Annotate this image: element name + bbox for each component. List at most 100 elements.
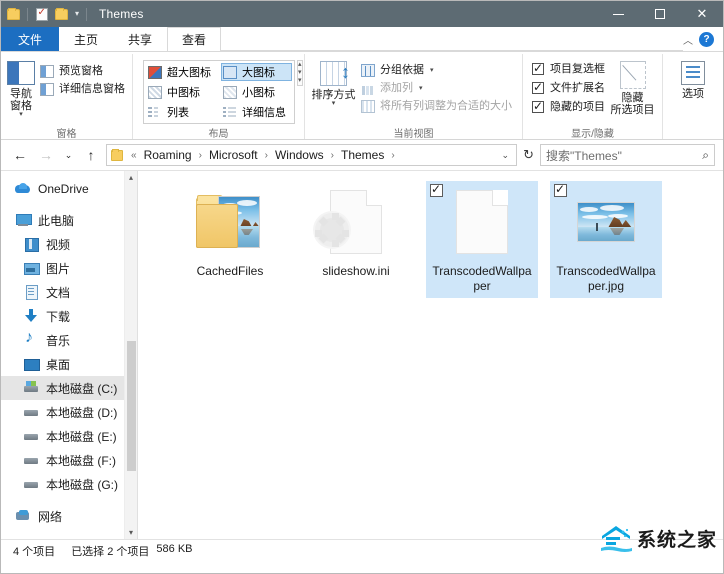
navigation-pane-button[interactable]: 导航窗格 ▾	[7, 60, 35, 118]
sidebar-item-music[interactable]: 音乐	[1, 328, 137, 352]
options-icon	[681, 61, 705, 85]
item-check-boxes-option[interactable]: 项目复选框	[532, 62, 605, 76]
qat-chevron-down-icon[interactable]: ▾	[73, 10, 81, 18]
sidebar-item-pictures[interactable]: 图片	[1, 256, 137, 280]
sidebar-item-drive-d[interactable]: 本地磁盘 (D:)	[1, 400, 137, 424]
close-button[interactable]: ✕	[681, 1, 723, 27]
transcodedwallpaper-jpg-thumbnail	[569, 185, 643, 259]
file-name-extensions-option[interactable]: 文件扩展名	[532, 81, 605, 95]
sidebar-scroll-down-icon[interactable]: ▾	[129, 526, 133, 539]
layout-small-icons[interactable]: 小图标	[221, 83, 292, 101]
layout-gallery-scrollbar[interactable]: ▴ ▾ ▾	[297, 60, 303, 86]
tab-share[interactable]: 共享	[113, 27, 167, 51]
maximize-button[interactable]	[639, 1, 681, 27]
tab-view[interactable]: 查看	[167, 27, 221, 51]
hide-selected-items-icon	[620, 61, 646, 89]
refresh-button[interactable]: ↻	[521, 147, 536, 163]
sidebar-item-this-pc[interactable]: 此电脑	[1, 208, 137, 232]
tab-file[interactable]: 文件	[1, 27, 59, 51]
search-box[interactable]: 搜索"Themes" ⌕	[540, 144, 715, 166]
breadcrumb-windows[interactable]: Windows	[273, 148, 326, 162]
sidebar-item-drive-g[interactable]: 本地磁盘 (G:)	[1, 472, 137, 496]
qat-new-folder-icon[interactable]	[53, 6, 70, 23]
sidebar-item-network[interactable]: 网络	[1, 504, 137, 528]
quick-access-toolbar: ▾	[5, 6, 89, 23]
sidebar-item-documents[interactable]: 文档	[1, 280, 137, 304]
options-button[interactable]: 选项	[669, 60, 717, 100]
preview-pane-button[interactable]: 预览窗格	[38, 64, 129, 79]
back-button[interactable]: ←	[9, 144, 31, 166]
sidebar-label-pictures: 图片	[46, 260, 70, 277]
help-icon[interactable]: ?	[699, 32, 714, 47]
recent-locations-button[interactable]: ⌄	[61, 144, 76, 166]
ribbon-group-show-hide-label: 显示/隐藏	[529, 125, 656, 139]
breadcrumb-microsoft[interactable]: Microsoft	[207, 148, 260, 162]
qat-folder-icon[interactable]	[5, 6, 22, 23]
layout-large-icons[interactable]: 大图标	[221, 63, 292, 81]
group-by-caret-icon[interactable]: ▾	[430, 64, 434, 77]
layout-list[interactable]: 列表	[146, 103, 217, 121]
layout-details[interactable]: 详细信息	[221, 103, 292, 121]
file-name-extensions-checkbox[interactable]	[532, 82, 544, 94]
file-item-transcodedwallpaper-jpg[interactable]: TranscodedWallpaper.jpg	[550, 181, 662, 298]
hidden-items-option[interactable]: 隐藏的项目	[532, 100, 605, 114]
blank-file-icon	[456, 190, 508, 254]
layout-medium-icons[interactable]: 中图标	[146, 83, 217, 101]
qat-separator-2	[86, 8, 87, 21]
navigation-pane-caret-icon[interactable]: ▾	[19, 112, 23, 118]
file-list[interactable]: CachedFiles	[138, 171, 723, 539]
tab-home[interactable]: 主页	[59, 27, 113, 51]
up-button[interactable]: ↑	[80, 144, 102, 166]
sidebar-scroll-up-icon[interactable]: ▴	[129, 171, 133, 184]
sidebar-item-videos[interactable]: 视频	[1, 232, 137, 256]
file-explorer-window: ▾ Themes ✕ 文件 主页 共享 查看 ︿ ? 导航窗格 ▾	[0, 0, 724, 574]
group-by-button[interactable]: 分组依据 ▾	[359, 63, 516, 78]
sidebar-item-drive-f[interactable]: 本地磁盘 (F:)	[1, 448, 137, 472]
sidebar-scroll-thumb[interactable]	[127, 341, 136, 471]
sort-by-caret-icon[interactable]: ▾	[332, 101, 336, 107]
search-placeholder: 搜索"Themes"	[546, 147, 702, 164]
forward-button[interactable]: →	[35, 144, 57, 166]
minimize-button[interactable]	[597, 1, 639, 27]
file-item-slideshow-ini[interactable]: slideshow.ini	[300, 181, 412, 298]
file-item-transcodedwallpaper[interactable]: TranscodedWallpaper	[426, 181, 538, 298]
size-all-columns-button[interactable]: 将所有列调整为合适的大小	[359, 99, 516, 114]
breadcrumb-roaming[interactable]: Roaming	[142, 148, 194, 162]
preview-pane-label: 预览窗格	[59, 65, 103, 78]
collapse-ribbon-icon[interactable]: ︿	[683, 32, 693, 47]
breadcrumb-themes[interactable]: Themes	[339, 148, 386, 162]
breadcrumb-sep-1[interactable]: ›	[196, 150, 205, 161]
breadcrumb-sep-3[interactable]: ›	[328, 150, 337, 161]
sidebar-item-drive-c[interactable]: 本地磁盘 (C:)	[1, 376, 137, 400]
layout-scroll-up-icon[interactable]: ▴	[298, 61, 302, 69]
slideshow-ini-thumbnail	[319, 185, 393, 259]
hide-selected-items-button[interactable]: 隐藏 所选项目	[609, 60, 656, 116]
address-field[interactable]: « Roaming › Microsoft › Windows › Themes…	[106, 144, 517, 166]
search-icon[interactable]: ⌕	[702, 148, 709, 163]
small-icons-icon	[223, 86, 237, 99]
sidebar-item-onedrive[interactable]: OneDrive	[1, 177, 137, 201]
address-dropdown-icon[interactable]: ⌄	[497, 150, 515, 161]
file-item-cachedfiles[interactable]: CachedFiles	[174, 181, 286, 298]
hidden-items-checkbox[interactable]	[532, 101, 544, 113]
size-all-columns-label: 将所有列调整为合适的大小	[380, 100, 512, 113]
medium-icons-icon	[148, 86, 162, 99]
desktop-icon	[23, 356, 39, 372]
breadcrumb-sep-4[interactable]: ›	[388, 150, 397, 161]
layout-extra-large-icons[interactable]: 超大图标	[146, 63, 217, 81]
sidebar-item-downloads[interactable]: 下载	[1, 304, 137, 328]
sort-by-button[interactable]: 排序方式 ▾	[311, 60, 356, 107]
details-pane-button[interactable]: 详细信息窗格	[38, 82, 129, 97]
add-columns-caret-icon[interactable]: ▾	[419, 82, 423, 95]
sidebar-scrollbar[interactable]: ▴ ▾	[124, 171, 137, 539]
file-checkbox-transcodedwallpaper[interactable]	[430, 184, 443, 197]
sidebar-item-desktop[interactable]: 桌面	[1, 352, 137, 376]
layout-scroll-down-icon[interactable]: ▾	[298, 69, 302, 77]
add-columns-button[interactable]: 添加列 ▾	[359, 81, 516, 96]
file-checkbox-transcodedwallpaper-jpg[interactable]	[554, 184, 567, 197]
item-check-boxes-checkbox[interactable]	[532, 63, 544, 75]
breadcrumb-sep-2[interactable]: ›	[262, 150, 271, 161]
layout-scroll-more-icon[interactable]: ▾	[298, 77, 302, 85]
sidebar-item-drive-e[interactable]: 本地磁盘 (E:)	[1, 424, 137, 448]
qat-properties-icon[interactable]	[33, 6, 50, 23]
